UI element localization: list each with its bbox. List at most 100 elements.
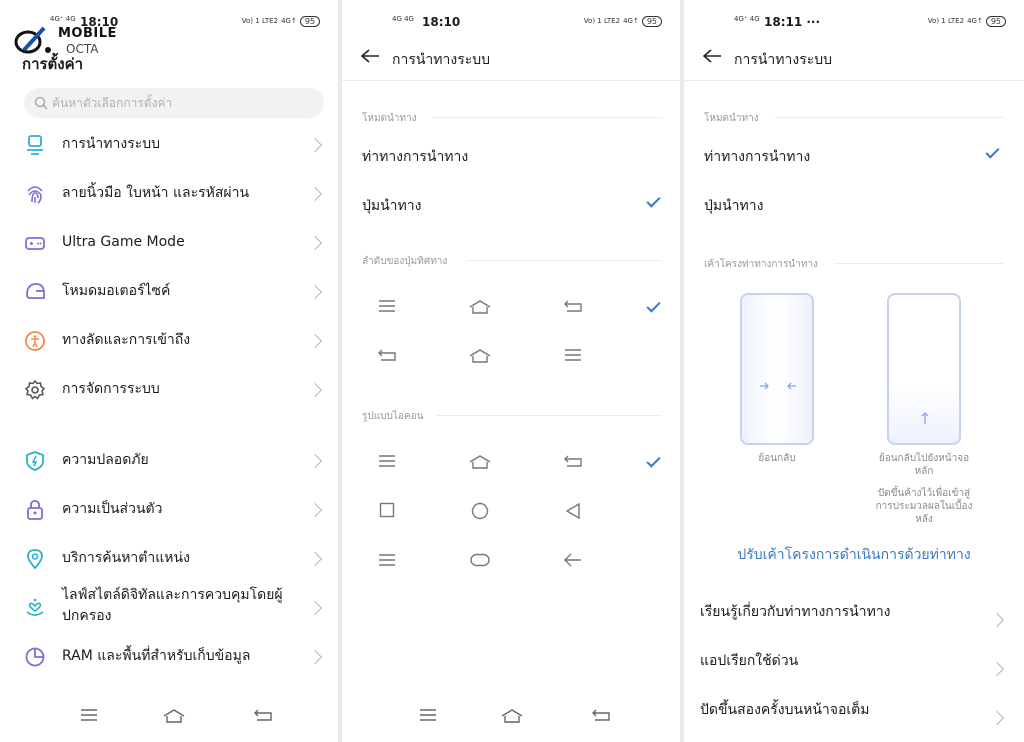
battery-icon: 95 (299, 16, 320, 27)
chevron-right-icon (989, 661, 1005, 677)
sim-indicator: 4G↑ (623, 17, 639, 25)
settings-item-label: บริการค้นหาตำแหน่ง (62, 550, 190, 566)
settings-item-system-navigation[interactable]: การนำทางระบบ (0, 124, 338, 164)
divider (774, 117, 1004, 118)
chevron-right-icon (307, 502, 323, 518)
system-navigation-screen-gestures: 4G⁺ 4G 18:11 ··· Vo) 1 LTE2 4G↑ 95 การนำ… (684, 0, 1024, 742)
chevron-right-icon (307, 235, 323, 251)
navigation-icon (27, 135, 43, 155)
home-icon (469, 455, 491, 469)
chevron-right-icon (307, 453, 323, 469)
menu-icon[interactable] (80, 708, 98, 722)
learn-gestures-item[interactable]: เรียนรู้เกี่ยวกับท่าทางการนำทาง (700, 601, 1024, 641)
settings-item-system-management[interactable]: การจัดการระบบ (0, 369, 338, 409)
quick-launch-apps-item[interactable]: แอปเรียกใช้ด่วน (700, 650, 1024, 690)
settings-item-location[interactable]: บริการค้นหาตำแหน่ง (0, 538, 338, 578)
home-icon[interactable] (162, 708, 186, 724)
lock-icon (27, 500, 43, 520)
option-navigation-buttons[interactable]: ปุ่มนำทาง (362, 195, 421, 217)
back-icon (378, 349, 396, 361)
chevron-right-icon (307, 137, 323, 153)
settings-item-shortcuts-accessibility[interactable]: ทางลัดและการเข้าถึง (0, 320, 338, 360)
page-header: การนำทางระบบ (684, 42, 1024, 76)
button-order-option-1[interactable] (342, 299, 680, 329)
settings-item-ultra-game-mode[interactable]: Ultra Game Mode (0, 222, 338, 262)
option-navigation-buttons[interactable]: ปุ่มนำทาง (704, 195, 763, 217)
settings-item-label: การนำทางระบบ (62, 136, 161, 152)
chevron-right-icon (307, 382, 323, 398)
back-icon[interactable] (254, 708, 272, 722)
checkmark-icon (646, 193, 661, 208)
search-bar[interactable] (24, 88, 324, 118)
signal-indicator: 4G⁺ 4G (50, 15, 76, 23)
icon-style-option-1[interactable] (342, 454, 680, 484)
settings-item-privacy[interactable]: ความเป็นส่วนตัว (0, 489, 338, 529)
volte-indicator: Vo) 1 LTE2 (241, 17, 279, 25)
accessibility-icon (25, 331, 45, 351)
item-label: แอปเรียกใช้ด่วน (700, 653, 799, 669)
chevron-right-icon (307, 284, 323, 300)
caption-back: ย้อนกลับ (758, 453, 796, 464)
helmet-icon (26, 283, 45, 299)
status-icons: Vo) 1 LTE2 4G↑ 95 (242, 16, 320, 27)
page-header: การนำทางระบบ (342, 42, 680, 76)
item-label: เรียนรู้เกี่ยวกับท่าทางการนำทาง (700, 604, 891, 620)
caption-recent-apps: ปัดขึ้นค้างไว้เพื่อเข้าสู่การประมวลผลในเ… (875, 488, 973, 525)
gesture-preview-home[interactable] (887, 293, 961, 445)
divider (342, 80, 680, 81)
home-icon[interactable] (500, 708, 524, 724)
back-arrow-icon[interactable] (702, 48, 722, 64)
divider (466, 260, 662, 261)
settings-item-label: การจัดการระบบ (62, 381, 160, 397)
status-time: 18:10 (422, 15, 461, 29)
search-icon (34, 96, 48, 110)
option-gesture-navigation[interactable]: ท่าทางการนำทาง (704, 146, 810, 168)
icon-style-option-2[interactable] (342, 502, 680, 532)
button-order-option-2[interactable] (342, 348, 680, 378)
double-swipe-fullscreen-item[interactable]: ปัดขึ้นสองครั้งบนหน้าจอเต็ม (700, 699, 1024, 739)
menu-icon (379, 300, 395, 312)
divider (436, 415, 662, 416)
swipe-inward-arrows-icon (760, 382, 796, 390)
section-label: รูปแบบไอคอน (362, 411, 424, 422)
option-gesture-navigation[interactable]: ท่าทางการนำทาง (362, 146, 468, 168)
signal-indicator: 4G 4G (392, 15, 414, 23)
volte-indicator: Vo) 1 LTE2 (583, 17, 621, 25)
pie-chart-icon (25, 647, 45, 667)
chevron-right-icon (307, 186, 323, 202)
chevron-right-icon (307, 649, 323, 665)
menu-icon (379, 455, 395, 467)
settings-item-motorbike-mode[interactable]: โหมดมอเตอร์ไซค์ (0, 271, 338, 311)
settings-item-label: ความเป็นส่วนตัว (62, 501, 163, 517)
settings-item-label: โหมดมอเตอร์ไซค์ (62, 283, 171, 299)
settings-item-ram-storage[interactable]: RAM และพื้นที่สำหรับเก็บข้อมูล (0, 636, 338, 676)
settings-item-security[interactable]: ความปลอดภัย (0, 440, 338, 480)
adjust-gesture-layout-link[interactable]: ปรับเค้าโครงการดำเนินการด้วยท่าทาง (684, 544, 1024, 566)
page-title: การตั้งค่า (22, 55, 84, 73)
settings-item-label: RAM และพื้นที่สำหรับเก็บข้อมูล (62, 648, 251, 664)
search-input[interactable] (52, 94, 312, 112)
settings-item-fingerprint[interactable]: ลายนิ้วมือ ใบหน้า และรหัสผ่าน (0, 173, 338, 213)
home-icon (469, 349, 491, 363)
status-icons: Vo) 1 LTE2 4G↑ 95 (928, 16, 1006, 27)
icon-style-option-3[interactable] (342, 553, 680, 583)
back-icon[interactable] (592, 708, 610, 722)
menu-icon[interactable] (419, 708, 437, 722)
settings-item-label: ทางลัดและการเข้าถึง (62, 332, 191, 348)
navigation-bar (0, 708, 338, 728)
settings-item-label: ไลฟ์สไตล์ดิจิทัลและการควบคุมโดยผู้ปกครอง (62, 587, 283, 624)
chevron-right-icon (989, 612, 1005, 628)
signal-indicator: 4G⁺ 4G (734, 15, 760, 23)
rounded-rectangle-icon (470, 553, 490, 567)
gesture-preview-back[interactable] (740, 293, 814, 445)
chevron-right-icon (989, 710, 1005, 726)
circle-icon (471, 502, 489, 520)
item-label: ปัดขึ้นสองครั้งบนหน้าจอเต็ม (700, 702, 870, 718)
menu-icon (565, 349, 581, 361)
back-arrow-icon[interactable] (360, 48, 380, 64)
section-divider (0, 422, 338, 432)
settings-screen: 4G⁺ 4G 18:10 Vo) 1 LTE2 4G↑ 95 MOBILE OC… (0, 0, 338, 742)
section-label: โหมดนำทาง (362, 113, 417, 124)
settings-item-digital-wellbeing[interactable]: ไลฟ์สไตล์ดิจิทัลและการควบคุมโดยผู้ปกครอง (0, 585, 338, 631)
chevron-right-icon (307, 600, 323, 616)
